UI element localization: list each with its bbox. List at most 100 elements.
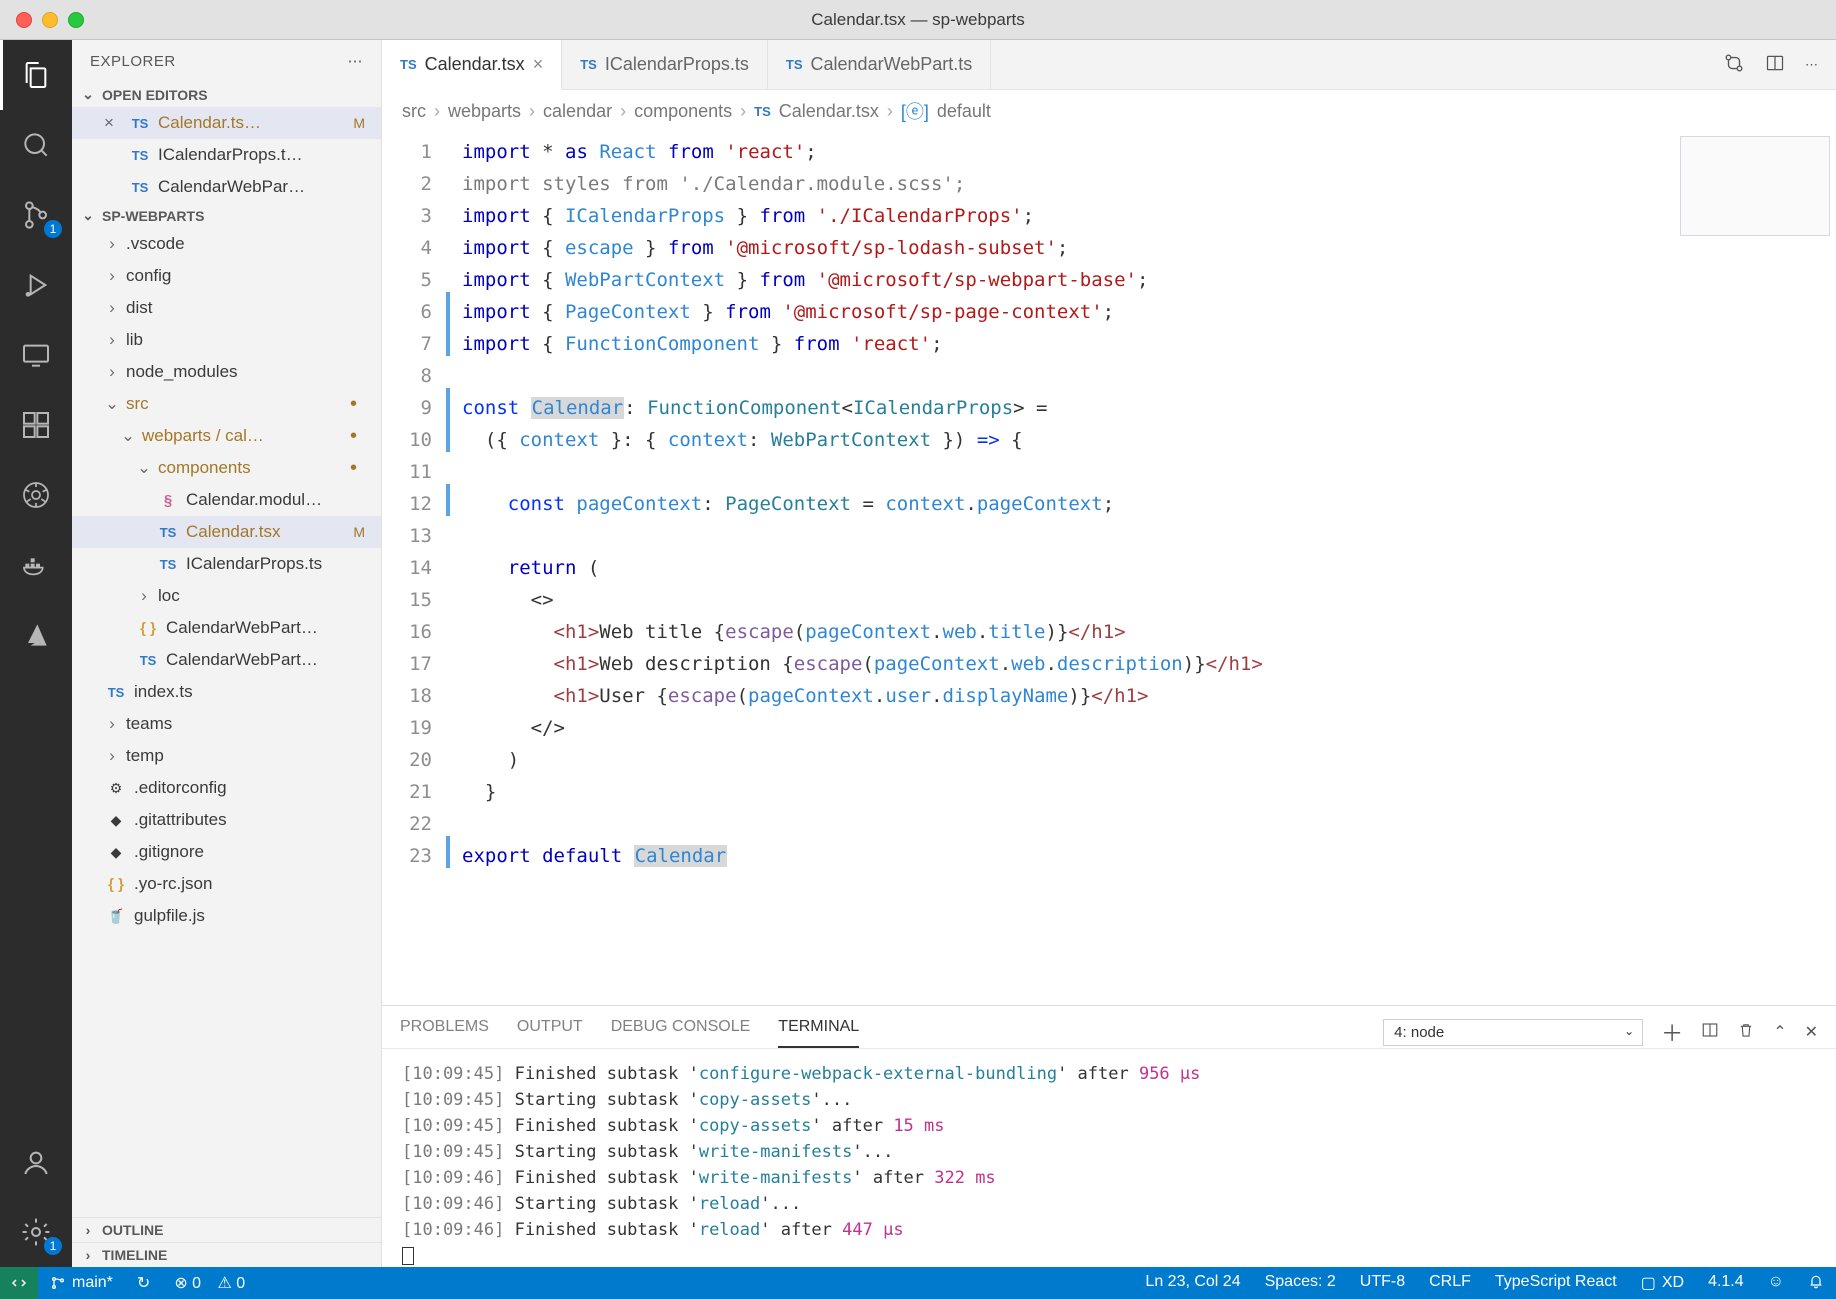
cursor-position[interactable]: Ln 23, Col 24	[1133, 1273, 1252, 1291]
editor-tab[interactable]: TSICalendarProps.ts	[562, 40, 768, 89]
close-icon[interactable]: ×	[533, 54, 544, 75]
close-window-button[interactable]	[16, 12, 32, 28]
folder-item[interactable]: ›node_modules	[72, 356, 381, 388]
activity-extensions[interactable]	[0, 390, 72, 460]
compare-changes-icon[interactable]	[1723, 52, 1745, 77]
chevron-down-icon: ⌄	[80, 86, 96, 103]
open-editor-item[interactable]: TSCalendarWebPar…	[72, 171, 381, 203]
notifications-button[interactable]	[1796, 1273, 1836, 1289]
editor-body[interactable]: 1234567891011121314151617181920212223 im…	[382, 132, 1836, 1005]
file-item[interactable]: ◆.gitattributes	[72, 804, 381, 836]
activity-scm[interactable]: 1	[0, 180, 72, 250]
minimap[interactable]	[1680, 136, 1830, 236]
folder-item[interactable]: ›lib	[72, 324, 381, 356]
folder-item[interactable]: ›teams	[72, 708, 381, 740]
crumb[interactable]: components	[634, 101, 732, 122]
panel-tab[interactable]: PROBLEMS	[400, 1018, 489, 1047]
sync-button[interactable]: ↻	[125, 1267, 162, 1299]
terminal-select[interactable]: 4: node ⌄	[1383, 1019, 1643, 1046]
sidebar-more-icon[interactable]: ⋯	[348, 52, 364, 70]
file-item[interactable]: ⚙.editorconfig	[72, 772, 381, 804]
project-header[interactable]: ⌄ SP-WEBPARTS	[72, 203, 381, 228]
encoding-button[interactable]: UTF-8	[1348, 1273, 1417, 1291]
panel-maximize-icon[interactable]: ⌃	[1773, 1022, 1786, 1042]
crumb[interactable]: webparts	[448, 101, 521, 122]
language-button[interactable]: TypeScript React	[1483, 1273, 1629, 1291]
version-button[interactable]: 4.1.4	[1696, 1273, 1756, 1291]
item-label: loc	[158, 586, 180, 606]
remote-button[interactable]	[0, 1267, 38, 1299]
activity-azure[interactable]	[0, 600, 72, 670]
crumb[interactable]: src	[402, 101, 426, 122]
open-editors-header[interactable]: ⌄ OPEN EDITORS	[72, 82, 381, 107]
ts-icon: TS	[786, 57, 803, 72]
file-item[interactable]: { }CalendarWebPart…	[72, 612, 381, 644]
folder-item[interactable]: ⌄webparts / cal…•	[72, 420, 381, 452]
activity-kubernetes[interactable]	[0, 460, 72, 530]
panel-tab[interactable]: TERMINAL	[778, 1018, 859, 1048]
file-item[interactable]: 🥤gulpfile.js	[72, 900, 381, 932]
file-item[interactable]: { }.yo-rc.json	[72, 868, 381, 900]
window-controls	[16, 12, 84, 28]
kill-terminal-icon[interactable]	[1737, 1021, 1755, 1044]
minimize-window-button[interactable]	[42, 12, 58, 28]
folder-item[interactable]: ›temp	[72, 740, 381, 772]
code-area[interactable]: import * as React from 'react';import st…	[452, 132, 1836, 1005]
open-editor-item[interactable]: ×TSCalendar.ts…M	[72, 107, 381, 139]
item-label: Calendar.tsx	[186, 522, 281, 542]
project-label: SP-WEBPARTS	[102, 208, 204, 224]
symbol-icon: [ⓔ]	[901, 98, 929, 124]
outline-header[interactable]: › OUTLINE	[72, 1217, 381, 1242]
activity-account[interactable]	[0, 1127, 72, 1197]
folder-item[interactable]: ›dist	[72, 292, 381, 324]
file-item[interactable]: TSCalendar.tsxM	[72, 516, 381, 548]
panel-tab[interactable]: DEBUG CONSOLE	[611, 1018, 751, 1047]
eol-button[interactable]: CRLF	[1417, 1273, 1483, 1291]
terminal-output[interactable]: [10:09:45] Finished subtask 'configure-w…	[382, 1049, 1836, 1267]
editor-tab[interactable]: TSCalendar.tsx×	[382, 40, 562, 90]
timeline-header[interactable]: › TIMELINE	[72, 1242, 381, 1267]
maximize-window-button[interactable]	[68, 12, 84, 28]
item-label: node_modules	[126, 362, 238, 382]
activity-search[interactable]	[0, 110, 72, 180]
split-editor-icon[interactable]	[1765, 53, 1785, 76]
activity-remote[interactable]	[0, 320, 72, 390]
panel-close-icon[interactable]: ✕	[1805, 1022, 1818, 1042]
xd-button[interactable]: ▢ XD	[1629, 1273, 1696, 1293]
file-item[interactable]: TSCalendarWebPart…	[72, 644, 381, 676]
chevron-icon: ⌄	[136, 458, 152, 478]
more-actions-icon[interactable]: ⋯	[1805, 57, 1818, 73]
folder-item[interactable]: ⌄components•	[72, 452, 381, 484]
crumb[interactable]: default	[937, 101, 991, 122]
breadcrumbs[interactable]: src› webparts› calendar› components› TS …	[382, 90, 1836, 132]
panel-tab[interactable]: OUTPUT	[517, 1018, 583, 1047]
editor-tab[interactable]: TSCalendarWebPart.ts	[768, 40, 991, 89]
file-item[interactable]: ◆.gitignore	[72, 836, 381, 868]
feedback-button[interactable]: ☺	[1756, 1273, 1796, 1291]
folder-item[interactable]: ⌄src•	[72, 388, 381, 420]
split-terminal-icon[interactable]	[1701, 1021, 1719, 1044]
file-item[interactable]: TSindex.ts	[72, 676, 381, 708]
folder-item[interactable]: ›loc	[72, 580, 381, 612]
activity-settings[interactable]: 1	[0, 1197, 72, 1267]
indentation-button[interactable]: Spaces: 2	[1253, 1273, 1348, 1291]
branch-button[interactable]: main*	[38, 1267, 125, 1299]
crumb[interactable]: Calendar.tsx	[779, 101, 879, 122]
folder-item[interactable]: ›config	[72, 260, 381, 292]
new-terminal-icon[interactable]: ＋	[1661, 1016, 1683, 1048]
open-editor-item[interactable]: TSICalendarProps.t…	[72, 139, 381, 171]
item-label: webparts / cal…	[142, 426, 264, 446]
close-icon[interactable]: ×	[104, 113, 122, 133]
titlebar: Calendar.tsx — sp-webparts	[0, 0, 1836, 40]
file-item[interactable]: §Calendar.modul…	[72, 484, 381, 516]
crumb[interactable]: calendar	[543, 101, 612, 122]
errors-button[interactable]: ⊗ 0 ⚠ 0	[162, 1267, 257, 1299]
folder-item[interactable]: ›.vscode	[72, 228, 381, 260]
activity-debug[interactable]	[0, 250, 72, 320]
ts-icon: TS	[400, 57, 417, 72]
activity-explorer[interactable]	[0, 40, 72, 110]
activity-docker[interactable]	[0, 530, 72, 600]
file-status: M	[353, 524, 373, 540]
editor-actions: ⋯	[1723, 40, 1836, 89]
file-item[interactable]: TSICalendarProps.ts	[72, 548, 381, 580]
